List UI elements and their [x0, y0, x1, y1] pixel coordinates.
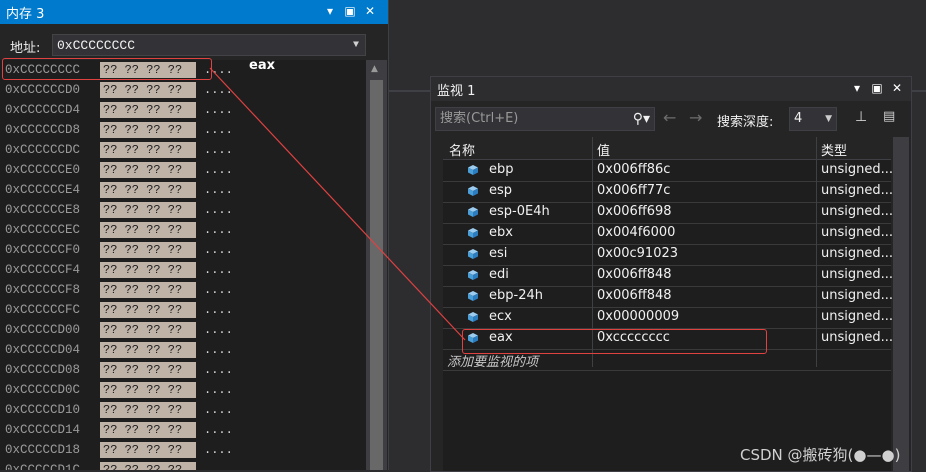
watermark: CSDN @搬砖狗(●—●) — [740, 446, 901, 464]
connector-line — [209, 67, 466, 341]
